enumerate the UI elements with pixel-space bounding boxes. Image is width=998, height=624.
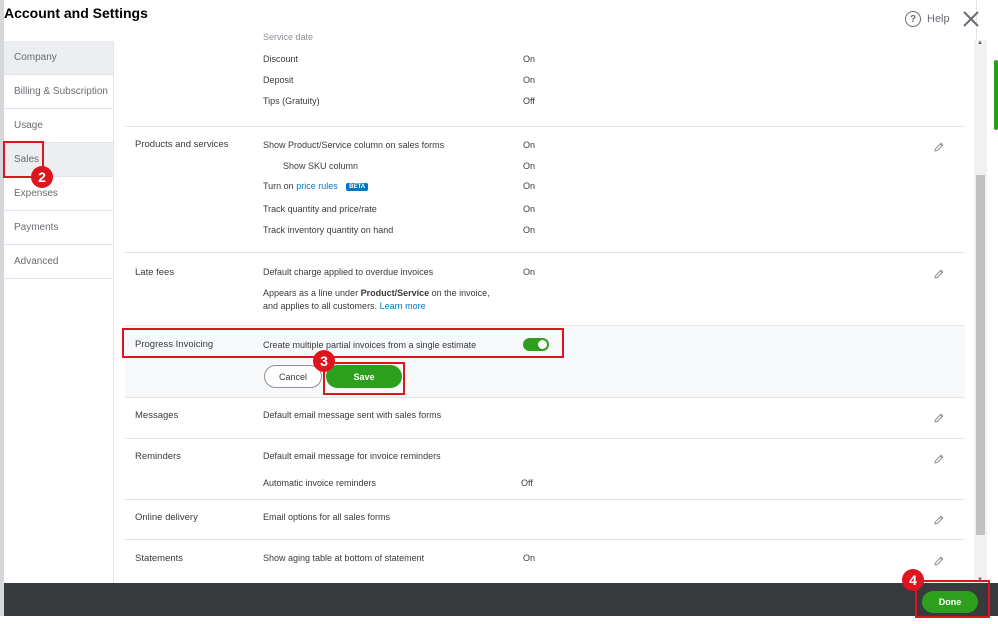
row-label: Track inventory quantity on hand bbox=[263, 225, 394, 235]
row-label: Default email message for invoice remind… bbox=[263, 451, 441, 461]
row-value: On bbox=[523, 75, 536, 85]
pencil-icon[interactable] bbox=[933, 141, 945, 153]
late-fees-section[interactable]: Late fees Default charge applied to over… bbox=[125, 252, 965, 325]
settings-dialog: Account and Settings ? Help Company Bill… bbox=[0, 0, 998, 624]
bottom-strip bbox=[0, 616, 998, 624]
pencil-icon[interactable] bbox=[933, 555, 945, 567]
scroll-up-arrow-icon[interactable]: ▲ bbox=[977, 40, 983, 46]
reminders-section[interactable]: Reminders Default email message for invo… bbox=[125, 438, 965, 499]
row-label: Default email message sent with sales fo… bbox=[263, 410, 442, 420]
messages-section[interactable]: Messages Default email message sent with… bbox=[125, 397, 965, 438]
sidebar-item-payments[interactable]: Payments bbox=[4, 211, 113, 245]
row-label-prefix: Turn on bbox=[263, 181, 294, 191]
section-label: Messages bbox=[135, 410, 179, 421]
sidebar-item-company[interactable]: Company bbox=[4, 41, 113, 75]
row-value: On bbox=[523, 225, 536, 235]
help-label: Help bbox=[927, 13, 950, 25]
late-fees-description: Appears as a line under Product/Service … bbox=[263, 288, 490, 298]
step-marker-2: 2 bbox=[31, 166, 53, 188]
price-rules-row: Turn on price rules BETA bbox=[263, 181, 369, 191]
section-label: Products and services bbox=[135, 139, 229, 150]
vertical-scrollbar[interactable]: ▲ ▼ bbox=[974, 40, 987, 583]
help-button[interactable]: ? Help bbox=[905, 11, 950, 27]
row-label: Show Product/Service column on sales for… bbox=[263, 140, 445, 150]
row-label: Discount bbox=[263, 54, 299, 64]
row-label: Email options for all sales forms bbox=[263, 512, 391, 522]
section-label: Online delivery bbox=[135, 512, 198, 523]
close-icon[interactable] bbox=[962, 10, 980, 28]
row-label: Show SKU column bbox=[283, 161, 359, 171]
highlight-box-save bbox=[323, 362, 405, 395]
help-icon: ? bbox=[905, 11, 921, 27]
pencil-icon[interactable] bbox=[933, 514, 945, 526]
step-marker-4: 4 bbox=[902, 569, 924, 591]
pencil-icon[interactable] bbox=[933, 453, 945, 465]
desc-text: and applies to all customers. bbox=[263, 301, 378, 311]
row-label: Automatic invoice reminders bbox=[263, 478, 377, 488]
products-services-section[interactable]: Products and services Show Product/Servi… bbox=[125, 126, 965, 252]
cut-off-label: Service date bbox=[263, 32, 314, 42]
row-label: Tips (Gratuity) bbox=[263, 96, 320, 106]
row-value: On bbox=[523, 553, 536, 563]
right-edge-accent bbox=[994, 60, 998, 130]
row-value: On bbox=[523, 161, 536, 171]
sidebar-item-advanced[interactable]: Advanced bbox=[4, 245, 113, 279]
sidebar-item-usage[interactable]: Usage bbox=[4, 109, 113, 143]
pencil-icon[interactable] bbox=[933, 412, 945, 424]
sales-settings-content: Service date Discount On Deposit On Tips… bbox=[125, 28, 965, 583]
pencil-icon[interactable] bbox=[933, 268, 945, 280]
scrollbar-thumb[interactable] bbox=[976, 175, 985, 535]
desc-text: on the invoice, bbox=[431, 288, 490, 298]
row-value: On bbox=[523, 204, 536, 214]
statements-section[interactable]: Statements Show aging table at bottom of… bbox=[125, 539, 965, 583]
sidebar-item-billing[interactable]: Billing & Subscription bbox=[4, 75, 113, 109]
row-value: On bbox=[523, 267, 536, 277]
row-value: On bbox=[523, 140, 536, 150]
price-rules-link[interactable]: price rules bbox=[296, 181, 338, 191]
row-value: Off bbox=[521, 478, 533, 488]
highlight-box-done bbox=[915, 580, 990, 618]
row-label: Deposit bbox=[263, 75, 294, 85]
late-fees-description-line2: and applies to all customers. Learn more bbox=[263, 301, 426, 311]
section-label: Late fees bbox=[135, 267, 175, 278]
section-label: Reminders bbox=[135, 451, 181, 462]
settings-sidebar: Company Billing & Subscription Usage Sal… bbox=[4, 41, 114, 583]
beta-badge: BETA bbox=[346, 183, 369, 191]
learn-more-link[interactable]: Learn more bbox=[380, 301, 426, 311]
dialog-title: Account and Settings bbox=[4, 5, 148, 21]
section-label: Statements bbox=[135, 553, 184, 564]
step-marker-3: 3 bbox=[313, 350, 335, 372]
online-delivery-section[interactable]: Online delivery Email options for all sa… bbox=[125, 499, 965, 539]
row-value: On bbox=[523, 181, 536, 191]
row-value: On bbox=[523, 54, 536, 64]
row-label: Track quantity and price/rate bbox=[263, 204, 377, 214]
highlight-box-progress-invoicing bbox=[122, 328, 564, 358]
sales-form-content-section: Service date Discount On Deposit On Tips… bbox=[125, 28, 965, 126]
cancel-button[interactable]: Cancel bbox=[264, 365, 322, 388]
row-label: Default charge applied to overdue invoic… bbox=[263, 267, 434, 277]
desc-bold: Product/Service bbox=[360, 288, 430, 298]
row-label: Show aging table at bottom of statement bbox=[263, 553, 425, 563]
sidebar-item-expenses[interactable]: Expenses bbox=[4, 177, 113, 211]
desc-text: Appears as a line under bbox=[263, 288, 359, 298]
row-value: Off bbox=[523, 96, 535, 106]
dialog-footer bbox=[4, 583, 998, 616]
